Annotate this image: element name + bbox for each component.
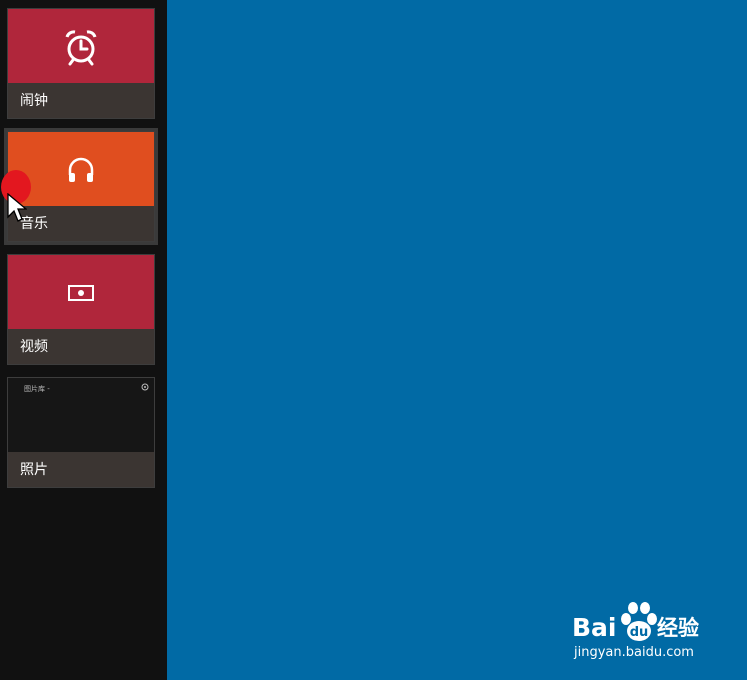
tile-label-video: 视频 bbox=[20, 339, 48, 355]
tile-footer: 视频 bbox=[8, 329, 154, 364]
tile-video[interactable]: 视频 bbox=[7, 254, 155, 365]
tile-footer: 闹钟 bbox=[8, 83, 154, 118]
headphones-icon bbox=[68, 157, 94, 182]
watermark-url: jingyan.baidu.com bbox=[574, 645, 694, 660]
tile-label-photos: 照片 bbox=[20, 462, 48, 478]
baidu-paw-icon: du bbox=[621, 602, 657, 641]
tile-footer: 音乐 bbox=[8, 206, 154, 241]
tile-photos-face: 图片库 - bbox=[8, 378, 154, 454]
alarm-clock-icon bbox=[65, 30, 97, 66]
screen: 闹钟 音乐 视频 图片库 - 照片 Bai du 经验 jingyan.baid… bbox=[0, 0, 747, 680]
baidu-jingyan-watermark: Bai du 经验 jingyan.baidu.com bbox=[572, 600, 732, 664]
svg-text:du: du bbox=[630, 625, 649, 640]
tile-photos[interactable]: 图片库 - 照片 bbox=[7, 377, 155, 488]
tile-music-face bbox=[8, 132, 154, 208]
tile-alarm-clock-face bbox=[8, 9, 154, 85]
tile-video-face bbox=[8, 255, 154, 331]
tile-label-alarm-clock: 闹钟 bbox=[20, 93, 48, 109]
photo-library-caption: 图片库 - bbox=[24, 385, 50, 393]
watermark-brand-suffix: 经验 bbox=[657, 616, 699, 640]
mouse-cursor-icon bbox=[7, 193, 27, 222]
start-menu-sidebar: 闹钟 音乐 视频 图片库 - 照片 bbox=[0, 0, 167, 680]
tile-footer: 照片 bbox=[8, 452, 154, 487]
desktop-background bbox=[167, 0, 747, 680]
photo-icon bbox=[141, 383, 149, 391]
watermark-brand: Bai bbox=[572, 613, 617, 642]
tile-alarm-clock[interactable]: 闹钟 bbox=[7, 8, 155, 119]
video-icon bbox=[68, 285, 94, 301]
